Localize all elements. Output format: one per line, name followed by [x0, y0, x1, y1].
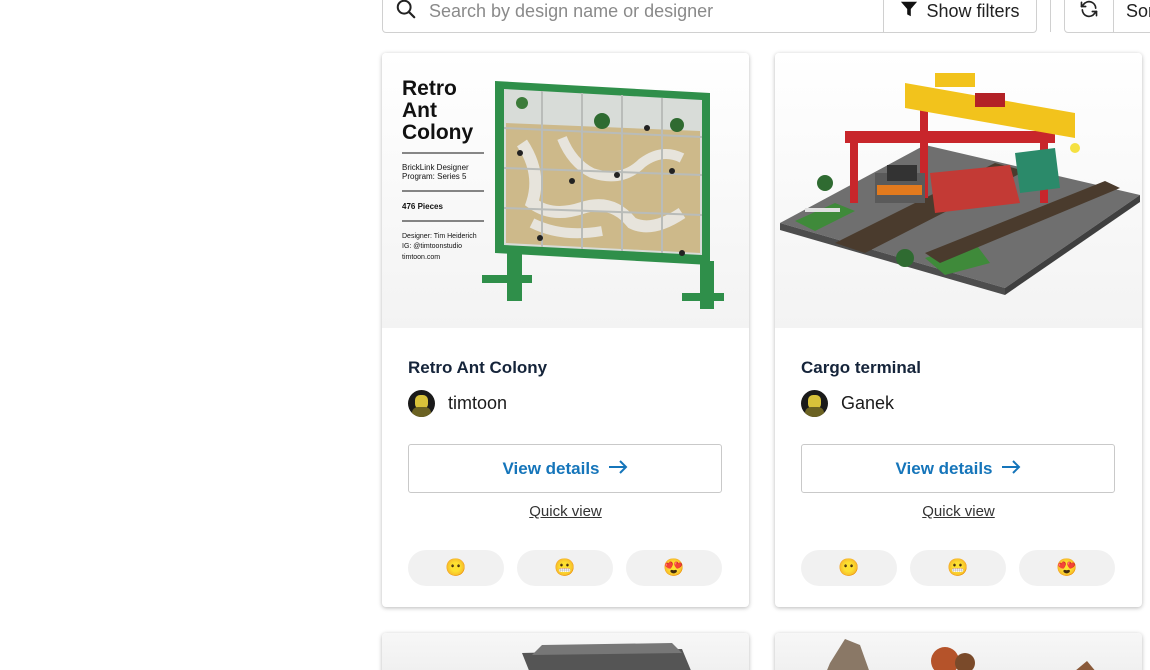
sort-button[interactable]: Sort [1114, 0, 1150, 33]
designer-avatar[interactable] [408, 389, 435, 417]
designer-name[interactable]: timtoon [448, 393, 507, 414]
view-details-label: View details [502, 458, 600, 478]
reaction-love-button[interactable]: 😍 [1019, 550, 1115, 586]
poster-title-line3: Colony [402, 121, 473, 144]
reaction-neutral-button[interactable]: 😶 [408, 550, 504, 586]
arrow-right-icon [1001, 459, 1021, 479]
designer-info: timtoon [408, 389, 723, 417]
designer-name[interactable]: Ganek [841, 393, 894, 414]
designer-info: Ganek [801, 389, 1116, 417]
search-icon [395, 0, 417, 25]
design-title[interactable]: Retro Ant Colony [408, 358, 723, 378]
search-box[interactable] [382, 0, 884, 33]
poster-title-line1: Retro [402, 77, 457, 100]
refresh-button[interactable] [1064, 0, 1114, 33]
quick-view-link[interactable]: Quick view [408, 503, 723, 523]
view-details-button[interactable]: View details [801, 444, 1115, 493]
show-filters-label: Show filters [926, 1, 1020, 21]
design-card: Retro Ant Colony BrickLink Designer Prog… [382, 53, 749, 607]
cargo-terminal-render [780, 73, 1140, 295]
poster-program-line2: Program: Series 5 [402, 172, 467, 181]
reaction-grimace-button[interactable]: 😬 [910, 550, 1006, 586]
toolbar-divider [1050, 0, 1051, 32]
arrow-right-icon [608, 459, 628, 479]
designer-avatar[interactable] [801, 389, 828, 417]
quick-view-link[interactable]: Quick view [801, 503, 1116, 523]
show-filters-button[interactable]: Show filters [884, 0, 1037, 33]
reaction-grimace-button[interactable]: 😬 [517, 550, 613, 586]
refresh-icon [1079, 0, 1099, 24]
sort-label: Sort [1126, 1, 1150, 21]
poster-pieces: 476 Pieces [402, 202, 443, 211]
view-details-label: View details [895, 458, 993, 478]
design-image-peek [382, 633, 749, 670]
design-image-cargo-terminal[interactable] [775, 53, 1142, 328]
design-image-retro-ant-colony[interactable]: Retro Ant Colony BrickLink Designer Prog… [382, 53, 749, 328]
reactions: 😶 😬 😍 [801, 550, 1115, 586]
filter-icon [900, 0, 918, 23]
design-card: Cargo terminal Ganek View details Quick … [775, 53, 1142, 607]
poster-ig: IG: @timtoonstudio [402, 243, 462, 250]
view-details-button[interactable]: View details [408, 444, 722, 493]
design-title[interactable]: Cargo terminal [801, 358, 1116, 378]
reaction-love-button[interactable]: 😍 [626, 550, 722, 586]
search-input[interactable] [429, 1, 849, 22]
reactions: 😶 😬 😍 [408, 550, 722, 586]
poster-title-line2: Ant [402, 99, 437, 122]
poster-program-line1: BrickLink Designer [402, 163, 469, 172]
toolbar: Show filters Sort [382, 0, 1150, 33]
poster-site: timtoon.com [402, 254, 440, 261]
poster-designer: Designer: Tim Heiderich [402, 233, 477, 240]
design-image-peek [775, 633, 1142, 670]
design-card-peek[interactable] [382, 633, 749, 670]
reaction-neutral-button[interactable]: 😶 [801, 550, 897, 586]
page: Show filters Sort Retro Ant Colony Brick… [0, 0, 1150, 670]
ant-colony-render: Retro Ant Colony BrickLink Designer Prog… [402, 77, 724, 309]
design-card-peek[interactable] [775, 633, 1142, 670]
